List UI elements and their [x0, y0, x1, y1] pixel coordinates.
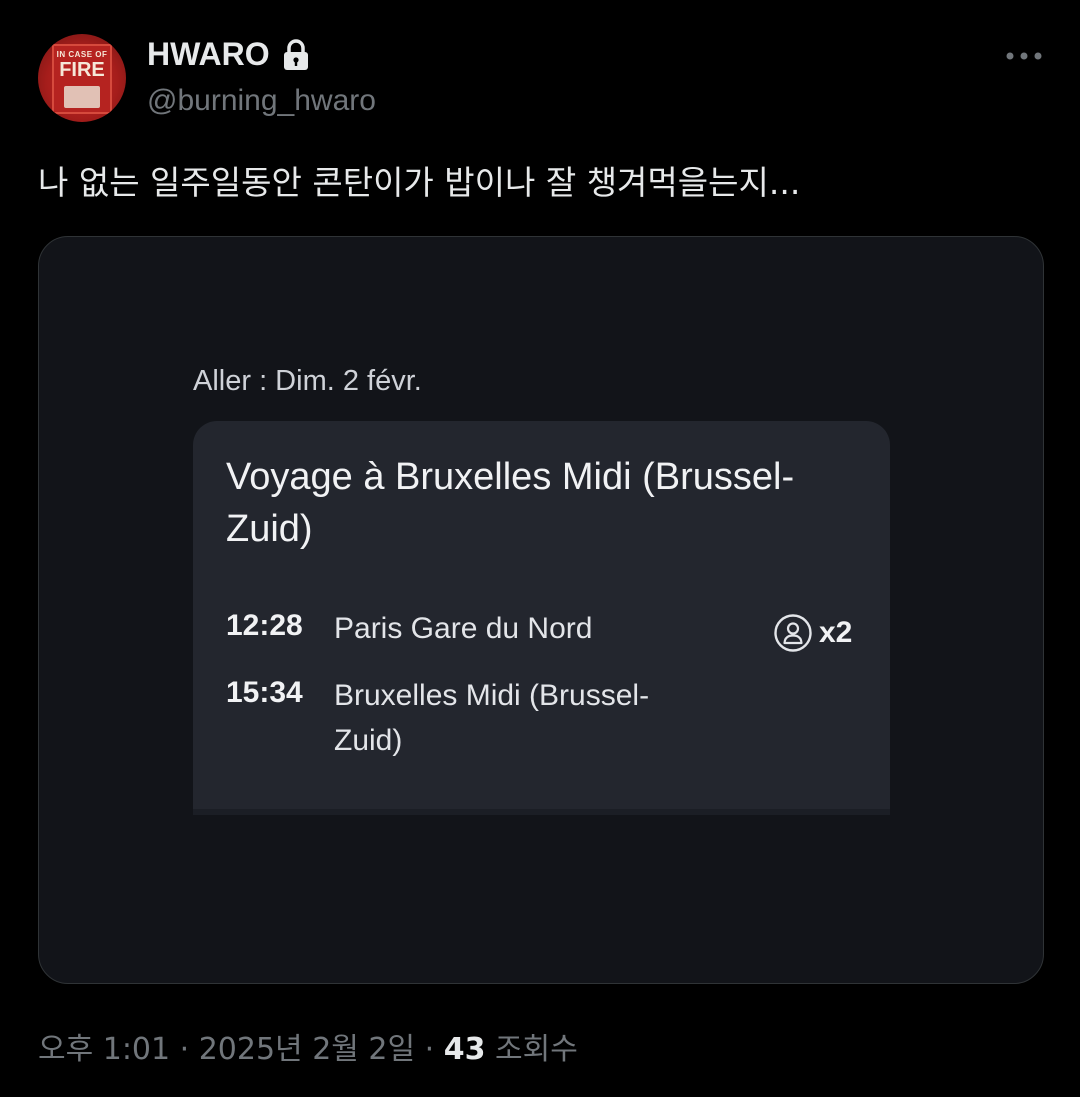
user-handle[interactable]: @burning_hwaro — [147, 84, 376, 118]
avatar-fire-box-image: IN CASE OF FIRE — [52, 44, 112, 114]
departure-time: 12:28 — [226, 609, 303, 642]
avatar-glass-panel — [64, 86, 100, 108]
arrival-station: Bruxelles Midi (Brussel-Zuid) — [334, 679, 650, 757]
tweet-media-image[interactable]: Aller : Dim. 2 févr. Voyage à Bruxelles … — [38, 236, 1044, 984]
tweet-text: 나 없는 일주일동안 콘탄이가 밥이나 잘 챙겨먹을는지... — [38, 163, 801, 202]
tweet-page: IN CASE OF FIRE HWARO @burning_hwaro 나 없… — [0, 0, 1080, 1097]
tweet-meta: 오후 1:01 · 2025년 2월 2일 · 43 조회수 — [38, 1024, 578, 1068]
trip-card: Voyage à Bruxelles Midi (Brussel-Zuid) 1… — [193, 421, 890, 809]
trip-title: Voyage à Bruxelles Midi (Brussel-Zuid) — [226, 456, 795, 550]
aller-date-label: Aller : Dim. 2 févr. — [193, 365, 422, 397]
tweet-timestamp[interactable]: 오후 1:01 · 2025년 2월 2일 · — [38, 1032, 444, 1067]
views-label: 조회수 — [485, 1032, 578, 1067]
passenger-count-text: x2 — [819, 616, 853, 649]
display-name[interactable]: HWARO — [147, 36, 310, 73]
person-icon — [774, 614, 812, 652]
views-count: 43 — [443, 1032, 486, 1067]
more-options-icon[interactable] — [1004, 48, 1044, 64]
avatar[interactable]: IN CASE OF FIRE — [38, 34, 126, 122]
departure-station: Paris Gare du Nord — [334, 612, 593, 645]
passenger-count: x2 — [773, 613, 852, 653]
display-name-text: HWARO — [147, 36, 270, 72]
trip-card-divider — [193, 809, 890, 815]
lock-icon — [282, 38, 310, 72]
avatar-text-top: IN CASE OF — [56, 50, 108, 59]
avatar-text-main: FIRE — [59, 59, 105, 81]
arrival-time: 15:34 — [226, 676, 303, 709]
